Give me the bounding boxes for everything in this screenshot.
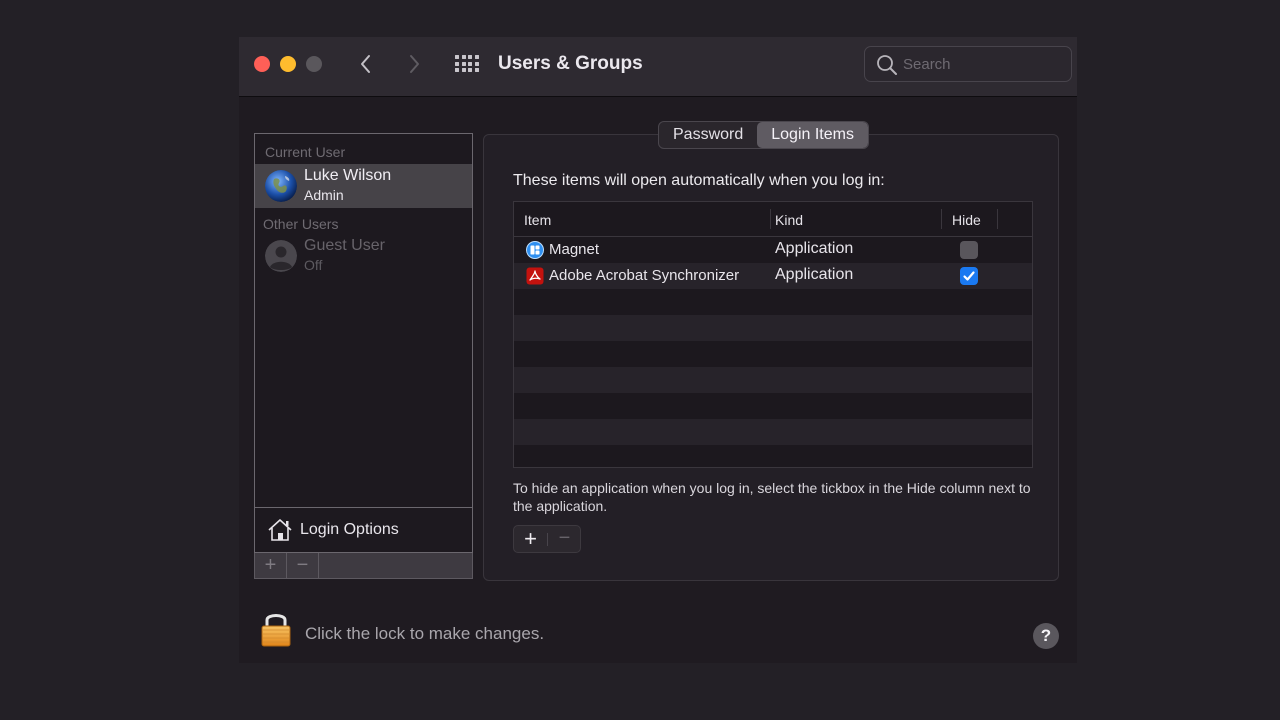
other-users-label: Other Users — [263, 216, 339, 232]
help-button[interactable]: ? — [1033, 623, 1059, 649]
hide-checkbox[interactable] — [960, 267, 978, 285]
empty-row — [514, 289, 1032, 315]
user-list-toolbar: + − — [254, 553, 473, 579]
user-row-luke-wilson[interactable]: Luke Wilson Admin — [255, 164, 472, 208]
user-role: Admin — [304, 187, 344, 203]
column-header-item[interactable]: Item — [524, 212, 551, 228]
intro-text: These items will open automatically when… — [513, 172, 885, 189]
search-input[interactable] — [903, 53, 1063, 75]
remove-login-item-button: − — [558, 527, 571, 549]
magnet-app-icon — [526, 241, 544, 259]
minimize-window-button[interactable] — [280, 56, 296, 72]
zoom-window-button — [306, 56, 322, 72]
house-icon — [268, 519, 292, 541]
earth-globe-avatar-icon — [265, 170, 297, 202]
show-all-grid-icon[interactable] — [455, 55, 479, 73]
tab-bar: Password Login Items — [658, 121, 869, 149]
column-header-kind[interactable]: Kind — [775, 212, 803, 228]
title-bar: Users & Groups — [239, 37, 1077, 97]
empty-row — [514, 393, 1032, 419]
login-items-table: Item Kind Hide Magnet Application Adobe … — [513, 201, 1033, 468]
user-name: Guest User — [304, 237, 385, 254]
add-user-button: + — [255, 553, 287, 578]
back-button[interactable] — [354, 51, 378, 77]
empty-row — [514, 445, 1032, 467]
empty-row — [514, 315, 1032, 341]
chevron-right-icon — [410, 55, 419, 73]
item-kind: Application — [775, 266, 854, 283]
remove-user-button: − — [287, 553, 319, 578]
tab-password[interactable]: Password — [659, 122, 757, 148]
add-remove-control: + − — [513, 525, 581, 553]
person-avatar-icon — [265, 240, 297, 272]
login-options-row[interactable]: Login Options — [255, 507, 472, 552]
chevron-left-icon — [361, 55, 370, 73]
user-list: Current User Luke Wilson Admin Other Use… — [254, 133, 473, 553]
current-user-label: Current User — [265, 144, 346, 160]
lock-message: Click the lock to make changes. — [305, 624, 545, 643]
hide-checkbox[interactable] — [960, 241, 978, 259]
item-name: Adobe Acrobat Synchronizer — [549, 267, 740, 284]
user-name: Luke Wilson — [304, 167, 392, 184]
table-row[interactable]: Magnet Application — [514, 237, 1032, 263]
add-login-item-button[interactable]: + — [514, 526, 547, 552]
user-row-guest-user[interactable]: Guest User Off — [255, 234, 472, 278]
close-window-button[interactable] — [254, 56, 270, 72]
forward-button[interactable] — [402, 51, 426, 77]
padlock-icon[interactable] — [260, 610, 292, 648]
window-title: Users & Groups — [498, 53, 643, 74]
item-name: Magnet — [549, 241, 600, 258]
users-groups-window: Users & Groups Current User Luke Wilson … — [239, 37, 1077, 663]
hide-hint-text: To hide an application when you log in, … — [513, 480, 1031, 514]
empty-row — [514, 367, 1032, 393]
column-header-hide[interactable]: Hide — [952, 212, 981, 228]
tab-login-items[interactable]: Login Items — [757, 122, 868, 148]
empty-row — [514, 419, 1032, 445]
adobe-acrobat-app-icon — [526, 267, 544, 285]
empty-row — [514, 341, 1032, 367]
search-icon — [877, 55, 897, 75]
login-items-panel: These items will open automatically when… — [483, 134, 1059, 581]
checkmark-icon — [963, 271, 975, 281]
login-options-label: Login Options — [300, 521, 399, 538]
item-kind: Application — [775, 240, 854, 257]
search-field[interactable] — [864, 46, 1072, 82]
table-row[interactable]: Adobe Acrobat Synchronizer Application — [514, 263, 1032, 289]
user-status: Off — [304, 257, 323, 273]
table-header: Item Kind Hide — [514, 202, 1032, 237]
